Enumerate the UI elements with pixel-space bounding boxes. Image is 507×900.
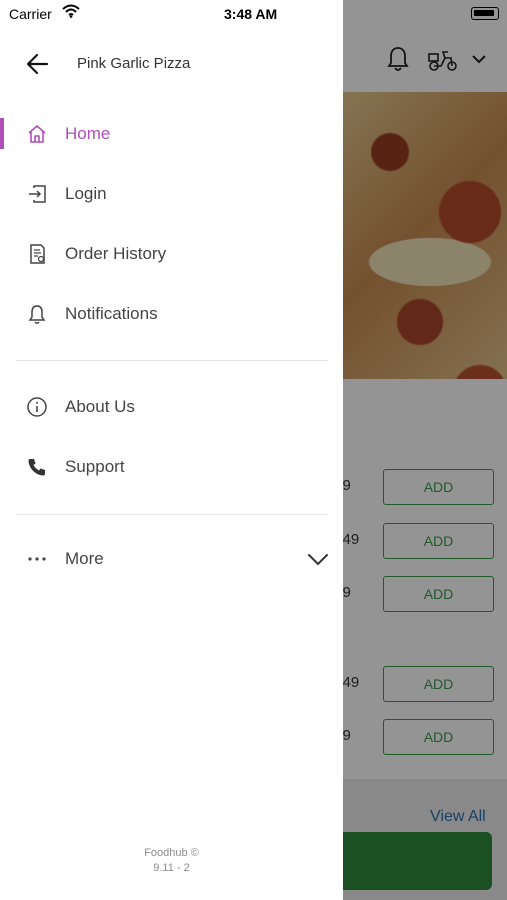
menu-item-support[interactable]: Support [0,441,343,493]
menu-item-login[interactable]: Login [0,168,343,220]
menu-divider [16,360,328,361]
menu-item-label: Order History [65,244,167,263]
menu-item-order-history[interactable]: Order History [0,228,343,280]
menu-item-label: About Us [65,397,135,416]
menu-item-label: Notifications [65,304,158,323]
menu-item-notifications[interactable]: Notifications [0,288,343,340]
drawer-header: Pink Garlic Pizza [0,40,343,86]
chevron-down-icon[interactable] [307,551,329,567]
menu-item-label: Support [65,457,125,476]
status-time: 3:48 AM [224,6,278,22]
carrier-label: Carrier [9,6,52,22]
ellipsis-icon [25,547,49,571]
menu-item-label: Home [65,124,111,143]
menu-item-label: More [65,549,104,568]
bell-icon [25,302,49,326]
login-icon [25,182,49,206]
menu-item-about-us[interactable]: About Us [0,381,343,433]
receipt-icon [25,242,49,266]
drawer-footer: Foodhub © 9.11 - 2 [0,846,343,876]
wifi-icon [62,4,80,18]
navigation-drawer: Carrier 3:48 AM Pink Garlic Pizza Home L… [0,0,343,900]
menu-item-label: Login [65,184,107,203]
menu-divider [16,514,328,515]
footer-brand: Foodhub © [144,847,199,859]
home-icon [25,122,49,146]
back-arrow-icon[interactable] [25,51,51,77]
menu-item-more[interactable]: More [0,533,343,585]
info-icon [25,395,49,419]
status-bar: Carrier 3:48 AM [0,0,343,30]
menu-item-home[interactable]: Home [0,108,343,160]
footer-version: 9.11 - 2 [153,862,190,874]
store-name: Pink Garlic Pizza [77,55,191,72]
phone-icon [25,455,49,479]
